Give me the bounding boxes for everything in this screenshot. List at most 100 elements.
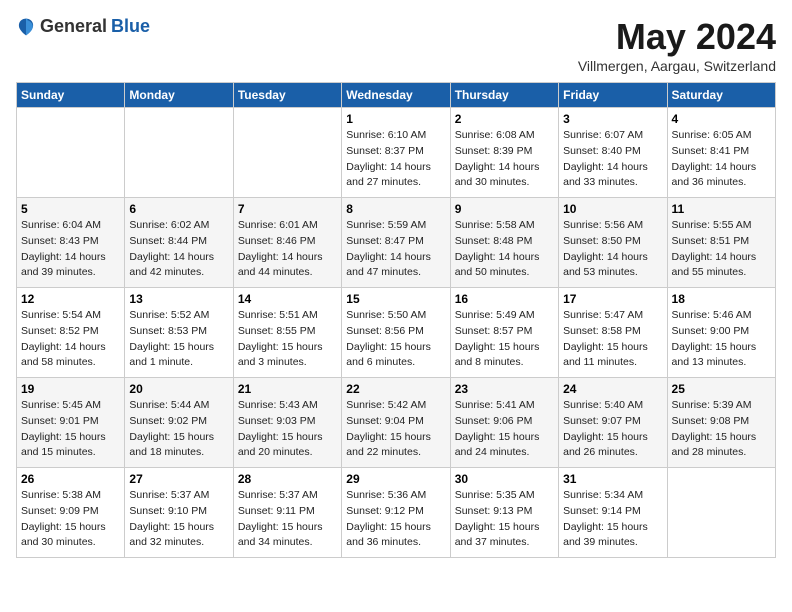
calendar-cell: 12Sunrise: 5:54 AMSunset: 8:52 PMDayligh… xyxy=(17,288,125,378)
calendar-cell: 3 Sunrise: 6:07 AMSunset: 8:40 PMDaylight… xyxy=(559,108,667,198)
calendar-cell: 27Sunrise: 5:37 AMSunset: 9:10 PMDayligh… xyxy=(125,468,233,558)
header-monday: Monday xyxy=(125,83,233,108)
calendar-cell: 30Sunrise: 5:35 AMSunset: 9:13 PMDayligh… xyxy=(450,468,558,558)
day-number: 15 xyxy=(346,292,445,306)
day-info: Sunrise: 5:37 AMSunset: 9:10 PMDaylight:… xyxy=(129,488,228,551)
subtitle: Villmergen, Aargau, Switzerland xyxy=(578,58,776,74)
calendar-cell: 16 Sunrise: 5:49 AMSunset: 8:57 PMDayligh… xyxy=(450,288,558,378)
day-info: Sunrise: 5:42 AMSunset: 9:04 PMDaylight:… xyxy=(346,398,445,461)
calendar-cell: 5 Sunrise: 6:04 AMSunset: 8:43 PMDaylight… xyxy=(17,198,125,288)
day-number: 9 xyxy=(455,202,554,216)
calendar-cell: 18 Sunrise: 5:46 AMSunset: 9:00 PMDayligh… xyxy=(667,288,775,378)
day-number: 4 xyxy=(672,112,771,126)
day-number: 31 xyxy=(563,472,662,486)
day-info: Sunrise: 6:02 AMSunset: 8:44 PMDaylight:… xyxy=(129,218,228,281)
day-info: Sunrise: 6:07 AMSunset: 8:40 PMDaylight:… xyxy=(563,128,662,191)
day-info: Sunrise: 5:43 AMSunset: 9:03 PMDaylight:… xyxy=(238,398,337,461)
day-info: Sunrise: 5:55 AMSunset: 8:51 PMDaylight:… xyxy=(672,218,771,281)
calendar-cell: 1 Sunrise: 6:10 AMSunset: 8:37 PMDaylight… xyxy=(342,108,450,198)
header-tuesday: Tuesday xyxy=(233,83,341,108)
day-number: 26 xyxy=(21,472,120,486)
day-info: Sunrise: 5:36 AMSunset: 9:12 PMDaylight:… xyxy=(346,488,445,551)
calendar-cell xyxy=(233,108,341,198)
calendar-cell: 25 Sunrise: 5:39 AMSunset: 9:08 PMDayligh… xyxy=(667,378,775,468)
day-info: Sunrise: 5:39 AMSunset: 9:08 PMDaylight:… xyxy=(672,398,771,461)
day-number: 16 xyxy=(455,292,554,306)
day-number: 20 xyxy=(129,382,228,396)
calendar-cell: 4 Sunrise: 6:05 AMSunset: 8:41 PMDaylight… xyxy=(667,108,775,198)
day-info: Sunrise: 5:35 AMSunset: 9:13 PMDaylight:… xyxy=(455,488,554,551)
calendar-cell xyxy=(125,108,233,198)
day-number: 19 xyxy=(21,382,120,396)
week-row-4: 19Sunrise: 5:45 AMSunset: 9:01 PMDayligh… xyxy=(17,378,776,468)
day-info: Sunrise: 5:41 AMSunset: 9:06 PMDaylight:… xyxy=(455,398,554,461)
day-number: 3 xyxy=(563,112,662,126)
day-info: Sunrise: 5:46 AMSunset: 9:00 PMDaylight:… xyxy=(672,308,771,371)
day-info: Sunrise: 5:56 AMSunset: 8:50 PMDaylight:… xyxy=(563,218,662,281)
day-info: Sunrise: 5:34 AMSunset: 9:14 PMDaylight:… xyxy=(563,488,662,551)
header-thursday: Thursday xyxy=(450,83,558,108)
calendar-cell: 23 Sunrise: 5:41 AMSunset: 9:06 PMDayligh… xyxy=(450,378,558,468)
day-number: 28 xyxy=(238,472,337,486)
main-title: May 2024 xyxy=(578,16,776,58)
calendar-cell xyxy=(17,108,125,198)
day-info: Sunrise: 5:58 AMSunset: 8:48 PMDaylight:… xyxy=(455,218,554,281)
calendar-cell: 13 Sunrise: 5:52 AMSunset: 8:53 PMDayligh… xyxy=(125,288,233,378)
day-number: 13 xyxy=(129,292,228,306)
calendar-cell: 8 Sunrise: 5:59 AMSunset: 8:47 PMDaylight… xyxy=(342,198,450,288)
day-number: 22 xyxy=(346,382,445,396)
day-info: Sunrise: 5:38 AMSunset: 9:09 PMDaylight:… xyxy=(21,488,120,551)
day-number: 11 xyxy=(672,202,771,216)
calendar-cell: 19Sunrise: 5:45 AMSunset: 9:01 PMDayligh… xyxy=(17,378,125,468)
day-number: 1 xyxy=(346,112,445,126)
day-info: Sunrise: 6:01 AMSunset: 8:46 PMDaylight:… xyxy=(238,218,337,281)
header-saturday: Saturday xyxy=(667,83,775,108)
logo-general-text: General xyxy=(40,16,107,37)
calendar-cell: 10 Sunrise: 5:56 AMSunset: 8:50 PMDayligh… xyxy=(559,198,667,288)
calendar-cell: 29 Sunrise: 5:36 AMSunset: 9:12 PMDayligh… xyxy=(342,468,450,558)
day-number: 18 xyxy=(672,292,771,306)
day-info: Sunrise: 5:40 AMSunset: 9:07 PMDaylight:… xyxy=(563,398,662,461)
calendar-cell: 26 Sunrise: 5:38 AMSunset: 9:09 PMDayligh… xyxy=(17,468,125,558)
day-info: Sunrise: 5:59 AMSunset: 8:47 PMDaylight:… xyxy=(346,218,445,281)
day-info: Sunrise: 6:10 AMSunset: 8:37 PMDaylight:… xyxy=(346,128,445,191)
logo: GeneralBlue xyxy=(16,16,150,37)
day-number: 21 xyxy=(238,382,337,396)
day-number: 6 xyxy=(129,202,228,216)
day-number: 5 xyxy=(21,202,120,216)
calendar-cell xyxy=(667,468,775,558)
calendar-cell: 22 Sunrise: 5:42 AMSunset: 9:04 PMDayligh… xyxy=(342,378,450,468)
header: GeneralBlue May 2024 Villmergen, Aargau,… xyxy=(16,16,776,74)
day-number: 10 xyxy=(563,202,662,216)
day-number: 23 xyxy=(455,382,554,396)
day-info: Sunrise: 5:44 AMSunset: 9:02 PMDaylight:… xyxy=(129,398,228,461)
day-number: 25 xyxy=(672,382,771,396)
calendar-cell: 20 Sunrise: 5:44 AMSunset: 9:02 PMDayligh… xyxy=(125,378,233,468)
day-info: Sunrise: 6:05 AMSunset: 8:41 PMDaylight:… xyxy=(672,128,771,191)
calendar-cell: 9 Sunrise: 5:58 AMSunset: 8:48 PMDaylight… xyxy=(450,198,558,288)
week-row-2: 5 Sunrise: 6:04 AMSunset: 8:43 PMDaylight… xyxy=(17,198,776,288)
calendar-cell: 6 Sunrise: 6:02 AMSunset: 8:44 PMDaylight… xyxy=(125,198,233,288)
calendar-cell: 15 Sunrise: 5:50 AMSunset: 8:56 PMDayligh… xyxy=(342,288,450,378)
week-row-5: 26 Sunrise: 5:38 AMSunset: 9:09 PMDayligh… xyxy=(17,468,776,558)
day-number: 29 xyxy=(346,472,445,486)
calendar-cell: 2Sunrise: 6:08 AMSunset: 8:39 PMDaylight… xyxy=(450,108,558,198)
calendar-cell: 17Sunrise: 5:47 AMSunset: 8:58 PMDayligh… xyxy=(559,288,667,378)
calendar-cell: 21 Sunrise: 5:43 AMSunset: 9:03 PMDayligh… xyxy=(233,378,341,468)
day-number: 12 xyxy=(21,292,120,306)
day-number: 14 xyxy=(238,292,337,306)
day-info: Sunrise: 6:08 AMSunset: 8:39 PMDaylight:… xyxy=(455,128,554,191)
day-info: Sunrise: 5:51 AMSunset: 8:55 PMDaylight:… xyxy=(238,308,337,371)
day-number: 24 xyxy=(563,382,662,396)
week-row-3: 12Sunrise: 5:54 AMSunset: 8:52 PMDayligh… xyxy=(17,288,776,378)
day-info: Sunrise: 5:52 AMSunset: 8:53 PMDaylight:… xyxy=(129,308,228,371)
day-info: Sunrise: 5:50 AMSunset: 8:56 PMDaylight:… xyxy=(346,308,445,371)
day-info: Sunrise: 5:49 AMSunset: 8:57 PMDaylight:… xyxy=(455,308,554,371)
day-number: 8 xyxy=(346,202,445,216)
calendar-cell: 11 Sunrise: 5:55 AMSunset: 8:51 PMDayligh… xyxy=(667,198,775,288)
day-info: Sunrise: 6:04 AMSunset: 8:43 PMDaylight:… xyxy=(21,218,120,281)
header-row: SundayMondayTuesdayWednesdayThursdayFrid… xyxy=(17,83,776,108)
week-row-1: 1 Sunrise: 6:10 AMSunset: 8:37 PMDaylight… xyxy=(17,108,776,198)
day-info: Sunrise: 5:37 AMSunset: 9:11 PMDaylight:… xyxy=(238,488,337,551)
calendar-cell: 14 Sunrise: 5:51 AMSunset: 8:55 PMDayligh… xyxy=(233,288,341,378)
